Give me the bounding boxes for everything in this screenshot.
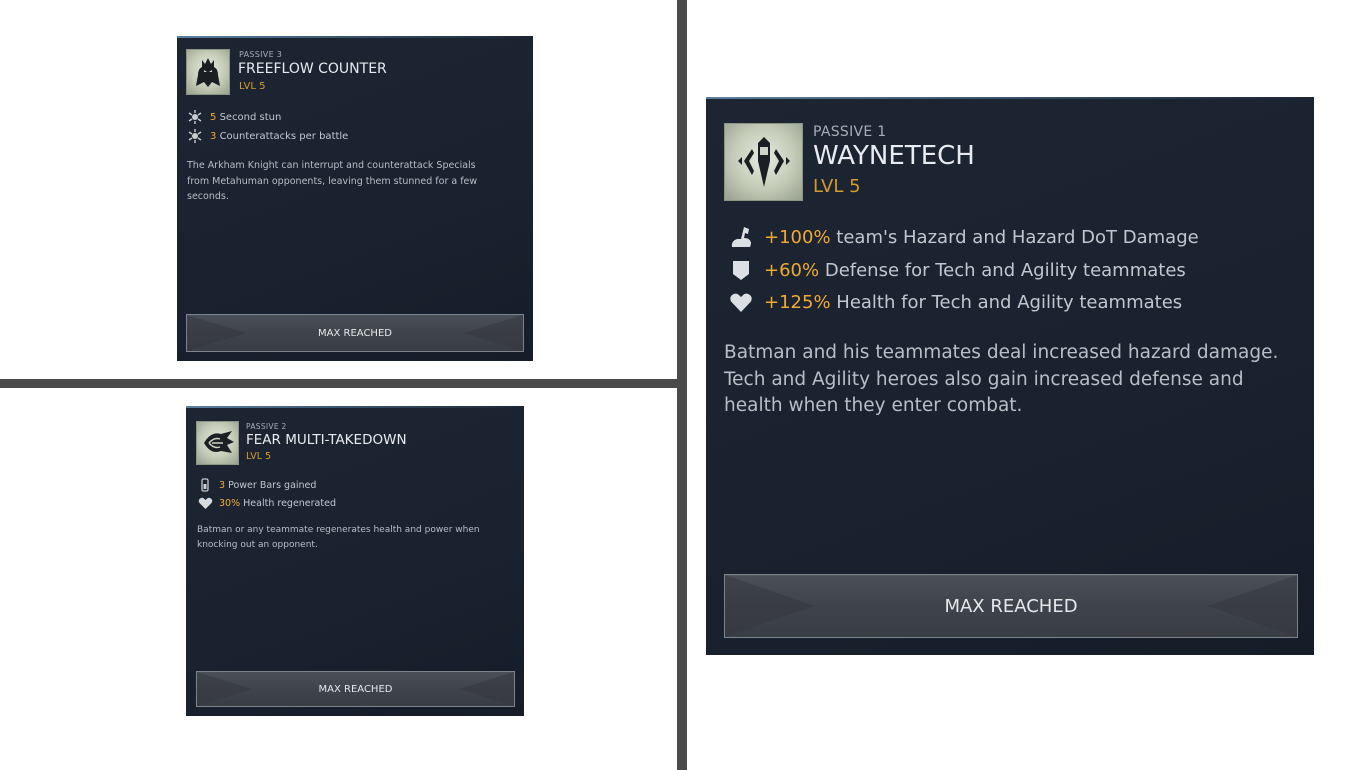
max-reached-button[interactable]: MAX REACHED bbox=[724, 574, 1298, 638]
stat-value: +100% bbox=[764, 226, 831, 248]
stat-text: Second stun bbox=[219, 111, 282, 123]
stat-row: 3 Power Bars gained bbox=[197, 478, 316, 492]
passive-card-waynetech: PASSIVE 1 WAYNETECH LVL 5 +100% team's H… bbox=[706, 97, 1314, 655]
passive-kicker: PASSIVE 3 bbox=[239, 50, 283, 59]
passive-title: FREEFLOW COUNTER bbox=[238, 61, 387, 77]
waynetech-icon bbox=[724, 123, 803, 201]
passive-level: LVL 5 bbox=[246, 451, 272, 462]
passive-level: LVL 5 bbox=[239, 81, 266, 92]
passive-kicker: PASSIVE 2 bbox=[246, 422, 287, 431]
arkham-knight-icon bbox=[186, 49, 230, 95]
vertical-divider bbox=[677, 0, 687, 770]
stat-row: 30% Health regenerated bbox=[197, 496, 336, 510]
heart-icon bbox=[197, 496, 213, 510]
passive-card-freeflow-counter: PASSIVE 3 FREEFLOW COUNTER LVL 5 5 Secon… bbox=[177, 36, 533, 361]
max-reached-button[interactable]: MAX REACHED bbox=[186, 314, 524, 352]
stat-text: team's Hazard and Hazard DoT Damage bbox=[836, 226, 1199, 248]
stat-value: +60% bbox=[764, 259, 820, 281]
passive-description: Batman or any teammate regenerates healt… bbox=[197, 525, 480, 550]
horizontal-divider bbox=[0, 379, 677, 388]
shield-icon bbox=[728, 258, 754, 282]
max-reached-button[interactable]: MAX REACHED bbox=[196, 671, 515, 707]
passive-description: The Arkham Knight can interrupt and coun… bbox=[187, 160, 478, 202]
max-reached-label: MAX REACHED bbox=[318, 327, 392, 339]
stat-row: 5 Second stun bbox=[187, 110, 281, 124]
stat-row: +60% Defense for Tech and Agility teamma… bbox=[728, 258, 1186, 282]
stat-text: Power Bars gained bbox=[228, 479, 317, 491]
stat-text: Defense for Tech and Agility teammates bbox=[824, 259, 1186, 281]
max-reached-label: MAX REACHED bbox=[944, 595, 1078, 617]
passive-card-fear-multi-takedown: PASSIVE 2 FEAR MULTI-TAKEDOWN LVL 5 3 Po… bbox=[186, 406, 524, 716]
stat-text: Health for Tech and Agility teammates bbox=[836, 291, 1183, 313]
passive-title: WAYNETECH bbox=[813, 141, 975, 171]
heart-icon bbox=[728, 290, 754, 314]
stun-icon bbox=[187, 110, 203, 124]
hazard-arm-icon bbox=[728, 225, 754, 249]
stat-row: +125% Health for Tech and Agility teamma… bbox=[728, 290, 1182, 314]
stat-value: 30% bbox=[219, 497, 241, 509]
stat-value: +125% bbox=[764, 291, 831, 313]
passive-level: LVL 5 bbox=[813, 176, 861, 197]
stun-icon bbox=[187, 129, 203, 143]
power-bar-icon bbox=[197, 478, 213, 492]
passive-kicker: PASSIVE 1 bbox=[813, 124, 887, 140]
stat-text: Counterattacks per battle bbox=[219, 130, 349, 142]
stat-row: 3 Counterattacks per battle bbox=[187, 129, 348, 143]
passive-description: Batman and his teammates deal increased … bbox=[724, 342, 1279, 416]
stat-text: Health regenerated bbox=[243, 497, 336, 509]
passive-title: FEAR MULTI-TAKEDOWN bbox=[246, 432, 407, 448]
fear-takedown-icon bbox=[196, 421, 239, 465]
stat-row: +100% team's Hazard and Hazard DoT Damag… bbox=[728, 225, 1199, 249]
max-reached-label: MAX REACHED bbox=[318, 683, 393, 695]
